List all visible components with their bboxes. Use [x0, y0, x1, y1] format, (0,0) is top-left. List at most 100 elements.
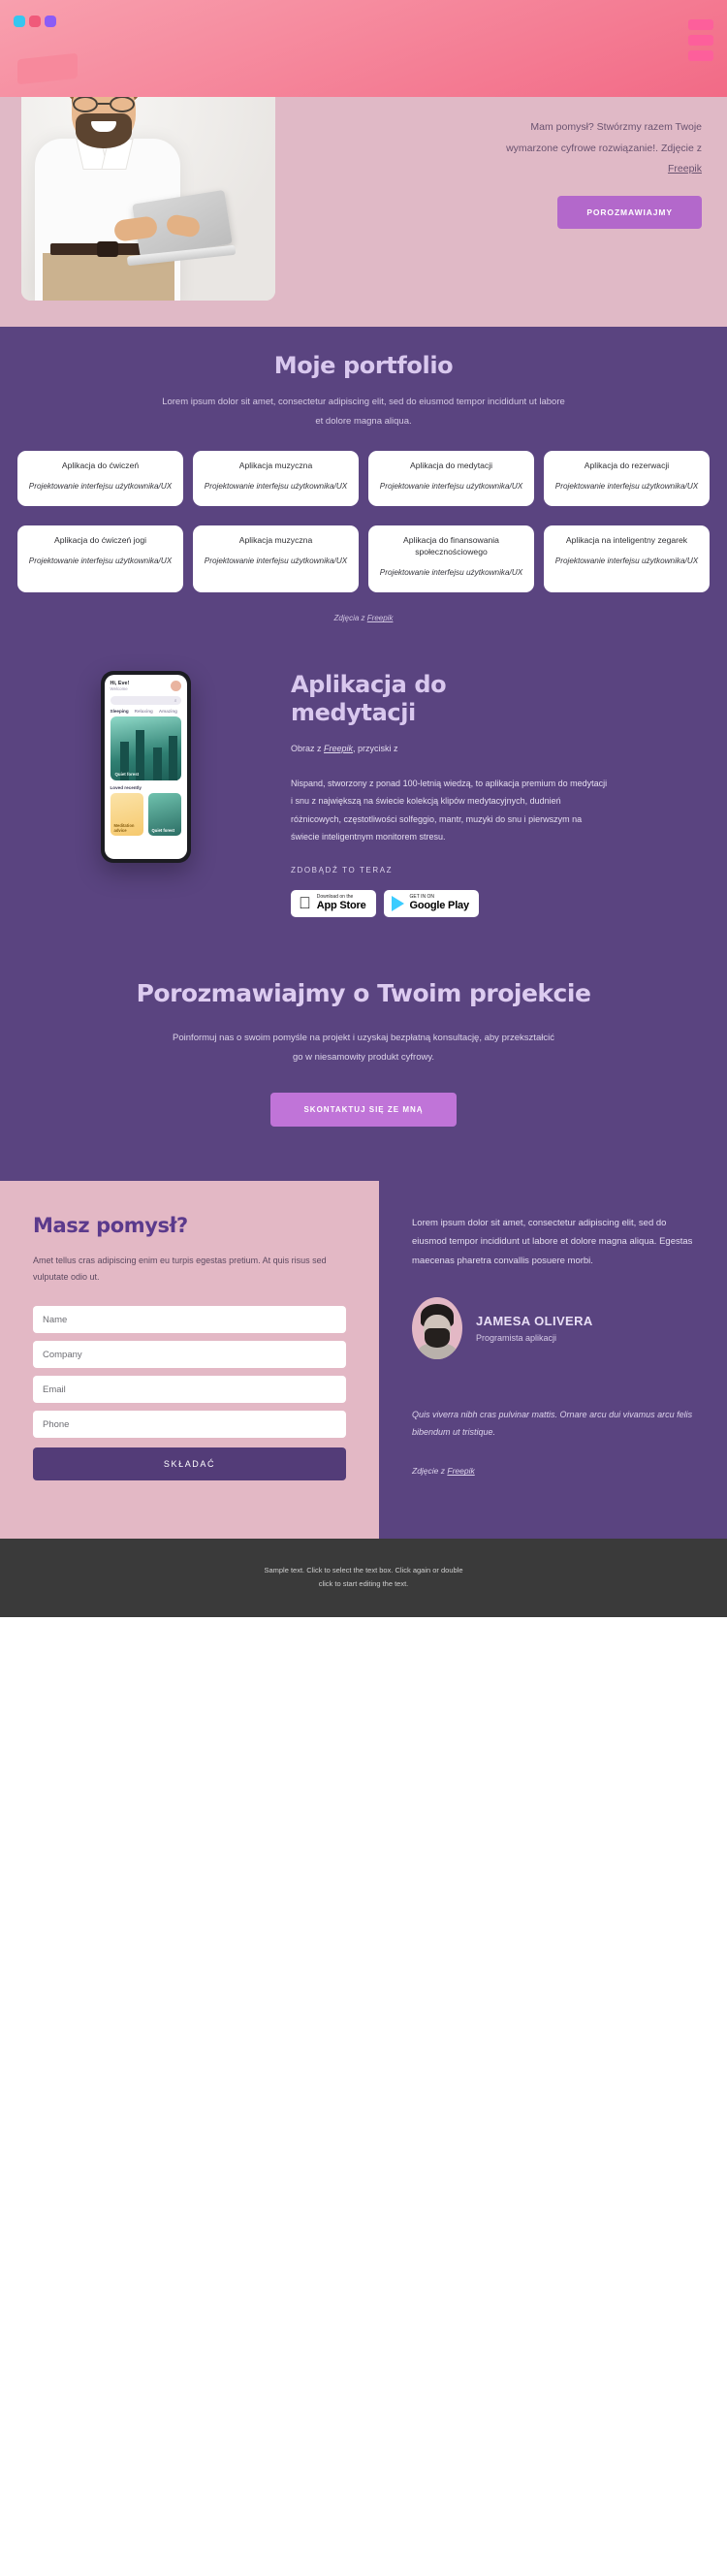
- portfolio-card[interactable]: Aplikacja do ćwiczeń jogi Projektowanie …: [0, 0, 727, 593]
- portfolio-subtitle: Lorem ipsum dolor sit amet, consectetur …: [162, 397, 565, 427]
- card-title: Aplikacja na inteligentny zegarek: [565, 534, 688, 545]
- card-caption: Aplikacja do rezerwacji Projektowanie in…: [544, 451, 710, 506]
- app-store-big: App Store: [304, 900, 366, 912]
- cta-subtitle: Poinformuj nas o swoim pomyśle na projek…: [173, 1033, 554, 1063]
- meditation-body: Nispand, stworzony z ponad 100-letnią wi…: [291, 778, 608, 843]
- card-caption: Aplikacja na inteligentny zegarek Projek…: [544, 525, 710, 581]
- contact-credit: Zdjęcie z Freepik: [412, 1466, 694, 1476]
- lens-left: [73, 96, 98, 112]
- card-caption: Aplikacja muzyczna Projektowanie interfe…: [193, 525, 359, 581]
- email-field[interactable]: [33, 1376, 346, 1404]
- google-play-badge-text: GET IN ON Google Play: [410, 894, 470, 912]
- phone-field[interactable]: [33, 1411, 346, 1439]
- contact-form-panel: Masz pomysł? Amet tellus cras adipiscing…: [0, 1180, 379, 1540]
- app-section-label: Loved recently: [110, 785, 142, 791]
- app-tabs: Sleeping Relaxing Amazing: [105, 709, 187, 716]
- card-title: Aplikacja muzyczna: [238, 460, 313, 470]
- card-title: Aplikacja muzyczna: [238, 534, 313, 545]
- app-tile[interactable]: Meditation advice: [110, 793, 143, 837]
- card-role: Projektowanie interfejsu użytkownika/UX: [28, 557, 173, 566]
- avatar: [412, 1297, 462, 1360]
- portfolio-credit-prefix: Zdjęcia z: [333, 614, 367, 623]
- meditation-credit: Obraz z Freepik, przyciski z: [291, 744, 688, 753]
- person-card: JAMESA OLIVERA Programista aplikacji: [412, 1297, 694, 1360]
- app-tab[interactable]: Sleeping: [111, 709, 129, 714]
- portfolio-card[interactable]: Aplikacja muzyczna Projektowanie interfe…: [0, 0, 727, 593]
- portfolio-card[interactable]: Aplikacja do medytacji Projektowanie int…: [0, 0, 727, 506]
- portfolio-credit: Zdjęcia z Freepik: [0, 614, 727, 622]
- portfolio-card[interactable]: Aplikacja do ćwiczeń Projektowanie inter…: [0, 0, 727, 506]
- contact-right-body: Lorem ipsum dolor sit amet, consectetur …: [412, 1217, 693, 1266]
- meditation-title: Aplikacja do medytacji: [291, 671, 447, 726]
- app-store-badge[interactable]:  Download on the App Store: [291, 889, 376, 918]
- portfolio-grid-row-2: Aplikacja do ćwiczeń jogi Projektowanie …: [0, 0, 727, 593]
- app-greeting-block: Hi, Eve! Welcome: [111, 681, 130, 691]
- meditation-credit-link[interactable]: Freepik: [324, 744, 353, 753]
- card-role: Projektowanie interfejsu użytkownika/UX: [28, 482, 173, 492]
- name-field[interactable]: [33, 1306, 346, 1334]
- card-role: Projektowanie interfejsu użytkownika/UX: [379, 482, 523, 492]
- portfolio-title: Moje portfolio: [273, 352, 454, 379]
- cta-contact-button[interactable]: SKONTAKTUJ SIĘ ZE MNĄ: [270, 1092, 457, 1127]
- meditation-credit-prefix: Obraz z: [291, 743, 325, 753]
- app-header: Hi, Eve! Welcome: [105, 675, 187, 694]
- card-title: Aplikacja do ćwiczeń: [61, 460, 140, 470]
- card-role: Projektowanie interfejsu użytkownika/UX: [204, 482, 348, 492]
- card-title: Aplikacja do ćwiczeń jogi: [53, 534, 147, 545]
- app-tile-label: Quiet forest: [151, 828, 175, 834]
- google-play-badge[interactable]: GET IN ON Google Play: [383, 889, 479, 918]
- portfolio-card[interactable]: Aplikacja muzyczna Projektowanie interfe…: [0, 0, 727, 506]
- app-tile-label: Meditation advice: [113, 823, 135, 834]
- cta-title: Porozmawiajmy o Twoim projekcie: [136, 979, 591, 1008]
- card-title: Aplikacja do finansowania społecznościow…: [403, 534, 499, 557]
- portfolio-credit-link[interactable]: Freepik: [367, 614, 394, 622]
- footer-text: Sample text. Click to select the text bo…: [0, 1564, 727, 1592]
- person-name: JAMESA OLIVERA: [476, 1314, 593, 1329]
- app-search-bar[interactable]: ⌕: [110, 696, 181, 706]
- page-footer: Sample text. Click to select the text bo…: [0, 1539, 727, 1617]
- meditation-section: Hi, Eve! Welcome ⌕ Sleeping Relaxing Ama…: [0, 632, 727, 953]
- phone-device-mockup: Hi, Eve! Welcome ⌕ Sleeping Relaxing Ama…: [100, 671, 191, 864]
- hero-cta-button[interactable]: POROZMAWIAJMY: [557, 196, 702, 229]
- footer-line-2: click to start editing the text.: [318, 1579, 409, 1589]
- phone-screen: Hi, Eve! Welcome ⌕ Sleeping Relaxing Ama…: [104, 675, 187, 860]
- card-caption: Aplikacja muzyczna Projektowanie interfe…: [193, 451, 359, 506]
- portfolio-grid-row-1: Aplikacja do ćwiczeń Projektowanie inter…: [0, 0, 727, 506]
- person-role: Programista aplikacji: [476, 1333, 557, 1344]
- contact-section: Masz pomysł? Amet tellus cras adipiscing…: [0, 1180, 727, 1540]
- person-details: JAMESA OLIVERA Programista aplikacji: [476, 1314, 593, 1343]
- glasses-bridge: [98, 103, 110, 105]
- hero-freepik-link[interactable]: Freepik: [668, 163, 702, 175]
- app-tab[interactable]: Relaxing: [135, 709, 153, 714]
- avatar-beard: [425, 1328, 450, 1349]
- contact-credit-link[interactable]: Freepik: [447, 1466, 474, 1476]
- store-badges:  Download on the App Store GET IN ON Go…: [291, 889, 688, 918]
- card-role: Projektowanie interfejsu użytkownika/UX: [379, 568, 523, 578]
- card-title: Aplikacja do rezerwacji: [584, 460, 670, 470]
- card-role: Projektowanie interfejsu użytkownika/UX: [554, 557, 699, 566]
- portfolio-card[interactable]: Aplikacja do rezerwacji Projektowanie in…: [0, 0, 727, 506]
- portfolio-card[interactable]: Aplikacja do finansowania społecznościow…: [0, 0, 727, 593]
- meditation-kicker: ZDOBĄDŹ TO TERAZ: [291, 865, 394, 875]
- app-hero-card[interactable]: Quiet forest: [110, 716, 181, 781]
- google-play-icon: [391, 895, 404, 911]
- app-tab[interactable]: Amazing: [159, 709, 177, 714]
- card-role: Projektowanie interfejsu użytkownika/UX: [554, 482, 699, 492]
- app-tile[interactable]: Quiet forest: [147, 793, 181, 837]
- contact-title: Masz pomysł?: [33, 1213, 188, 1237]
- app-store-badge-text: Download on the App Store: [304, 894, 366, 912]
- hero-subtitle: Mam pomysł? Stwórzmy razem Twoje wymarzo…: [295, 117, 702, 180]
- contact-form: SKŁADAĆ: [33, 1306, 346, 1481]
- testimonial-quote: Quis viverra nibh cras pulvinar mattis. …: [412, 1410, 693, 1438]
- card-title: Aplikacja do medytacji: [409, 460, 493, 470]
- company-field[interactable]: [33, 1341, 346, 1369]
- cta-section: Porozmawiajmy o Twoim projekcie Poinform…: [0, 952, 727, 1181]
- card-role: Projektowanie interfejsu użytkownika/UX: [204, 557, 348, 566]
- meditation-text-block: Aplikacja do medytacji Obraz z Freepik, …: [291, 671, 727, 918]
- card-caption: Aplikacja do ćwiczeń jogi Projektowanie …: [17, 525, 183, 581]
- submit-button[interactable]: SKŁADAĆ: [33, 1447, 346, 1481]
- portfolio-card[interactable]: Aplikacja na inteligentny zegarek Projek…: [0, 0, 727, 593]
- footer-line-1: Sample text. Click to select the text bo…: [264, 1566, 463, 1575]
- contact-info-panel: Lorem ipsum dolor sit amet, consectetur …: [379, 1180, 727, 1540]
- person-glasses: [72, 96, 136, 112]
